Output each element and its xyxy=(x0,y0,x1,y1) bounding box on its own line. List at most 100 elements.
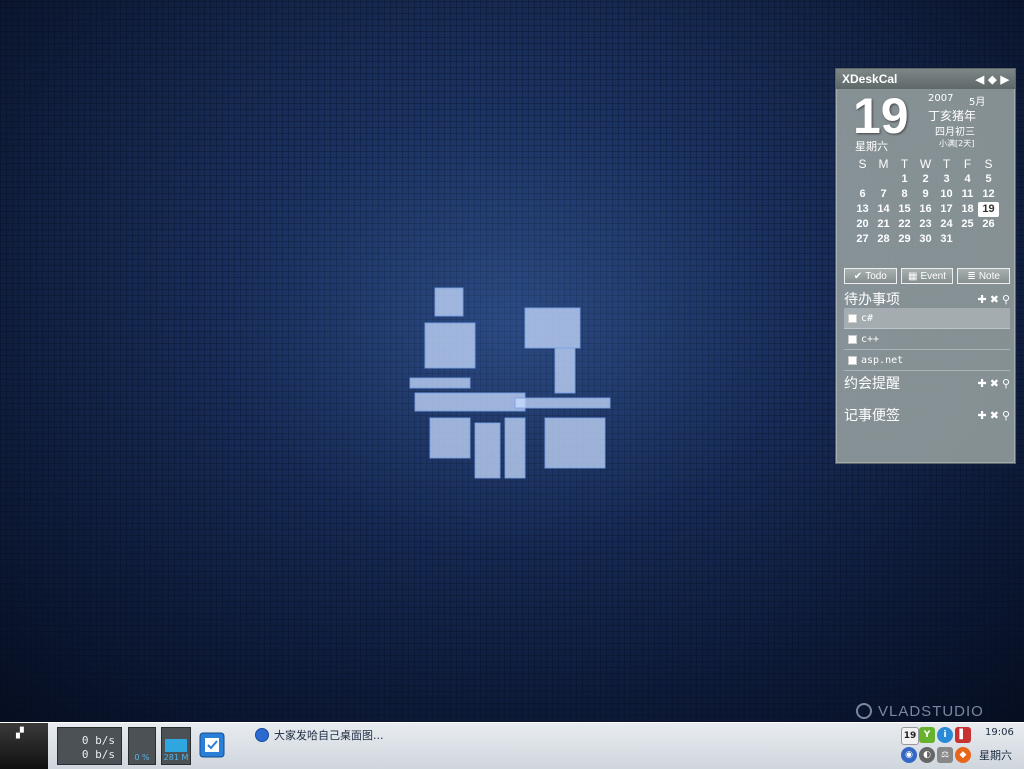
calendar-header: 19 星期六 2007 5月 丁亥猪年 四月初三 小满[2天] xyxy=(836,88,1015,153)
day-cell[interactable]: 8 xyxy=(894,187,915,202)
todo-item[interactable]: asp.net xyxy=(844,350,1010,371)
xdeskcal-widget[interactable]: XDeskCal ◀ ◆ ▶ 19 星期六 2007 5月 丁亥猪年 四月初三 … xyxy=(835,68,1016,464)
day-cell[interactable]: 14 xyxy=(873,202,894,217)
solar-term: 小满[2天] xyxy=(939,139,975,148)
vladstudio-watermark: VLADSTUDIO xyxy=(856,700,984,722)
tab-event[interactable]: ▦ Event xyxy=(900,268,954,284)
weekday-header: F xyxy=(963,157,972,171)
weekday-header: T xyxy=(942,157,951,171)
day-cell[interactable]: 31 xyxy=(936,232,957,247)
weekday-header: W xyxy=(919,157,932,171)
day-cell[interactable]: 15 xyxy=(894,202,915,217)
day-cell[interactable]: 13 xyxy=(852,202,873,217)
delete-icon[interactable]: ✖ xyxy=(990,293,999,306)
week-row: 12345 xyxy=(852,172,1000,187)
todo-item-label: c++ xyxy=(861,333,880,345)
weekday-header: T xyxy=(900,157,909,171)
day-cell[interactable]: 3 xyxy=(936,172,957,187)
network-tray-icon[interactable]: ◉ xyxy=(901,747,917,763)
network-meter[interactable]: 0 b/s 0 b/s xyxy=(57,727,122,765)
day-cell[interactable]: 30 xyxy=(915,232,936,247)
day-cell[interactable]: 29 xyxy=(894,232,915,247)
todo-checkbox[interactable] xyxy=(848,355,857,365)
tab-note-label: Note xyxy=(978,270,1000,282)
memory-bar xyxy=(165,739,187,752)
week-row: 6 7 8 9 10 11 12 xyxy=(852,187,1000,202)
day-cell[interactable]: 11 xyxy=(957,187,978,202)
week-row: 20 21 22 23 24 25 26 xyxy=(852,217,1000,232)
cpu-meter[interactable]: 0 % xyxy=(128,727,156,765)
day-cell[interactable]: 24 xyxy=(936,217,957,232)
qq-tray-icon[interactable]: ◆ xyxy=(955,747,971,763)
day-cell[interactable]: 18 xyxy=(957,202,978,217)
week-row: 27 28 29 30 31 xyxy=(852,232,1000,247)
memo-section-header: 记事便签 ✚ ✖ ⚲ xyxy=(844,406,1010,424)
delete-icon[interactable]: ✖ xyxy=(990,409,999,422)
event-icon: ▦ xyxy=(907,270,918,282)
prev-arrow-icon[interactable]: ◀ xyxy=(976,73,984,86)
day-cell[interactable]: 16 xyxy=(915,202,936,217)
add-icon[interactable]: ✚ xyxy=(978,377,987,390)
delete-icon[interactable]: ✖ xyxy=(990,377,999,390)
day-cell[interactable]: 4 xyxy=(957,172,978,187)
day-cell[interactable]: 23 xyxy=(915,217,936,232)
xdeskcal-title: XDeskCal xyxy=(842,72,898,86)
add-icon[interactable]: ✚ xyxy=(978,409,987,422)
day-cell[interactable]: 5 xyxy=(978,172,999,187)
day-cell[interactable]: 25 xyxy=(957,217,978,232)
day-cell[interactable]: 6 xyxy=(852,187,873,202)
memory-usage: 281 M xyxy=(163,753,189,762)
tray-calendar-day: 19 xyxy=(903,731,917,741)
todo-section-header: 待办事项 ✚ ✖ ⚲ xyxy=(844,290,1010,308)
day-cell[interactable]: 28 xyxy=(873,232,894,247)
browser-icon xyxy=(255,728,269,742)
week-row: 13 14 15 16 17 18 19 xyxy=(852,202,1000,217)
calendar-tray-icon[interactable]: 19 xyxy=(901,727,919,745)
day-cell[interactable]: 2 xyxy=(915,172,936,187)
day-cell[interactable]: 17 xyxy=(936,202,957,217)
memo-section-title: 记事便签 xyxy=(844,408,900,424)
day-cell[interactable]: 12 xyxy=(978,187,999,202)
start-button[interactable]: ▞ xyxy=(0,723,48,769)
day-cell[interactable]: 21 xyxy=(873,217,894,232)
day-cell[interactable]: 20 xyxy=(852,217,873,232)
search-icon[interactable]: ⚲ xyxy=(1002,409,1010,422)
search-icon[interactable]: ⚲ xyxy=(1002,293,1010,306)
day-cell[interactable]: 1 xyxy=(894,172,915,187)
search-icon[interactable]: ⚲ xyxy=(1002,377,1010,390)
add-icon[interactable]: ✚ xyxy=(978,293,987,306)
todo-item-label: asp.net xyxy=(861,354,904,366)
day-cell[interactable]: 7 xyxy=(873,187,894,202)
tab-event-label: Event xyxy=(920,270,947,282)
today-diamond-icon[interactable]: ◆ xyxy=(988,73,996,86)
xdeskcal-titlebar[interactable]: XDeskCal ◀ ◆ ▶ xyxy=(836,69,1015,89)
memory-meter[interactable]: 281 M xyxy=(161,727,191,765)
day-cell[interactable]: 10 xyxy=(936,187,957,202)
tab-todo-label: Todo xyxy=(865,270,887,282)
security-tray-icon[interactable]: ◐ xyxy=(919,747,935,763)
next-arrow-icon[interactable]: ▶ xyxy=(1001,73,1009,86)
todo-checkbox[interactable] xyxy=(848,334,857,344)
taskbar-window-button[interactable]: 大家发哈自己桌面图... xyxy=(255,725,515,745)
clock-time[interactable]: 19:06 xyxy=(985,727,1014,738)
day-cell-today[interactable]: 19 xyxy=(978,202,999,217)
tab-note[interactable]: ≣ Note xyxy=(957,268,1011,284)
antenna-icon[interactable]: Y xyxy=(919,727,935,743)
windows-logo-icon: ▞ xyxy=(16,728,24,739)
todo-item[interactable]: c++ xyxy=(844,329,1010,350)
day-cell[interactable]: 9 xyxy=(915,187,936,202)
checkmark-icon: ✔ xyxy=(853,270,863,282)
app-tray-icon[interactable]: ▌ xyxy=(955,727,971,743)
info-icon[interactable]: i xyxy=(937,727,953,743)
day-cell[interactable]: 26 xyxy=(978,217,999,232)
quick-launch-app-icon[interactable] xyxy=(197,730,227,760)
tab-todo[interactable]: ✔ Todo xyxy=(844,268,897,284)
todo-item[interactable]: c# xyxy=(844,308,1010,329)
todo-checkbox[interactable] xyxy=(848,313,857,323)
scale-tray-icon[interactable]: ⚖ xyxy=(937,747,953,763)
day-cell[interactable]: 27 xyxy=(852,232,873,247)
clock-weekday[interactable]: 星期六 xyxy=(979,747,1012,763)
todo-section: 待办事项 ✚ ✖ ⚲ c# c++ asp.net xyxy=(844,290,1010,371)
day-cell[interactable]: 22 xyxy=(894,217,915,232)
cpu-usage: 0 % xyxy=(134,753,150,762)
